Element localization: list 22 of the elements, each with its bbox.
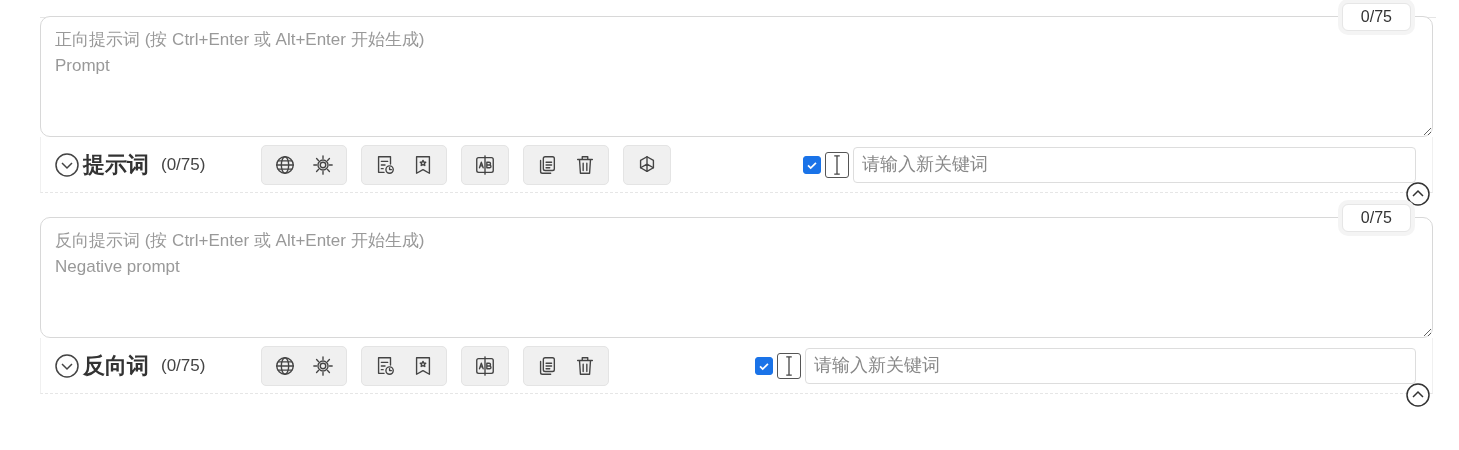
globe-icon [274, 153, 297, 176]
scroll-up-icon[interactable] [1406, 182, 1430, 206]
globe-icon [274, 354, 297, 377]
compare-icon [474, 354, 497, 377]
settings-icon [312, 153, 335, 176]
collapse-icon[interactable] [55, 353, 79, 378]
section-title: 反向词 [83, 351, 149, 380]
section-title: 提示词 [83, 150, 149, 179]
scroll-up-icon[interactable] [1406, 383, 1430, 407]
keyword-field[interactable]: 请输入新关键词 [853, 146, 1416, 183]
checkbox[interactable] [755, 356, 773, 375]
text-cursor-icon [831, 153, 843, 176]
checkbox[interactable] [803, 155, 821, 174]
token-count: (0/75) [161, 355, 206, 376]
text-cursor-icon [783, 354, 795, 377]
keyword-field[interactable]: 请输入新关键词 [805, 347, 1416, 384]
text-mode-toggle[interactable] [777, 352, 801, 379]
token-count: (0/75) [161, 154, 206, 175]
text-mode-toggle[interactable] [825, 151, 849, 178]
collapse-icon[interactable] [55, 152, 79, 177]
compare-icon [474, 153, 497, 176]
settings-icon [312, 354, 335, 377]
